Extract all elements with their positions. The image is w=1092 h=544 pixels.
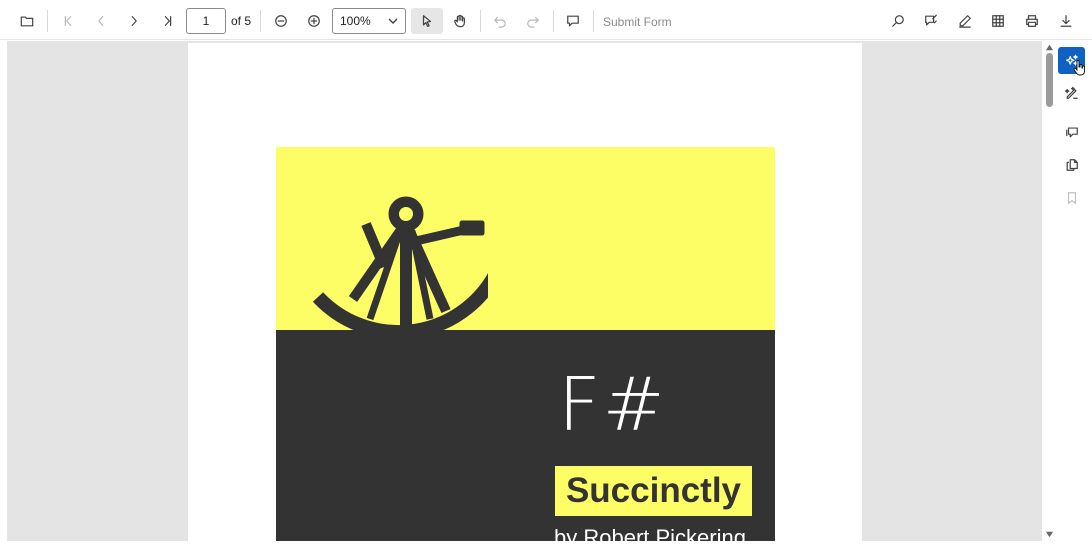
folder-open-icon[interactable] — [14, 8, 40, 34]
download-icon[interactable] — [1053, 8, 1079, 34]
cover-author: by Robert Pickering — [554, 525, 746, 541]
current-page-input[interactable] — [186, 8, 226, 34]
last-page-icon[interactable] — [155, 8, 181, 34]
submit-form-button[interactable]: Submit Form — [603, 15, 672, 29]
search-icon[interactable] — [885, 8, 911, 34]
scroll-up-arrow-icon[interactable] — [1045, 43, 1054, 52]
next-page-icon[interactable] — [121, 8, 147, 34]
cover-subtitle: Succinctly — [565, 471, 742, 510]
cover-subtitle-box: Succinctly — [555, 466, 752, 516]
vertical-scrollbar[interactable] — [1042, 41, 1057, 541]
bookmark-icon[interactable] — [1058, 184, 1085, 211]
toolbar-separator — [553, 10, 554, 32]
text-select-cursor-icon[interactable] — [411, 8, 443, 34]
redo-icon[interactable] — [520, 8, 546, 34]
hand-pointer-cursor-icon — [1073, 60, 1085, 76]
pan-hand-icon[interactable] — [447, 8, 473, 34]
smart-pen-icon[interactable] — [1058, 79, 1085, 106]
chevron-down-icon — [387, 15, 399, 27]
page-thumbnails-icon[interactable] — [1058, 151, 1085, 178]
page-count-label: of 5 — [231, 14, 252, 28]
print-icon[interactable] — [1019, 8, 1045, 34]
toolbar-separator — [260, 10, 261, 32]
zoom-dropdown[interactable]: 100% — [332, 8, 406, 34]
form-grid-icon[interactable] — [985, 8, 1011, 34]
zoom-value: 100% — [340, 14, 371, 28]
scrollbar-thumb[interactable] — [1046, 53, 1053, 107]
scroll-down-arrow-icon[interactable] — [1045, 530, 1054, 539]
zoom-out-icon[interactable] — [268, 8, 294, 34]
zoom-in-icon[interactable] — [301, 8, 327, 34]
annotation-icon[interactable] — [918, 8, 944, 34]
right-side-panel — [1057, 41, 1092, 544]
main-toolbar: of 5 100% Submit Form — [0, 0, 1092, 40]
pen-icon[interactable] — [952, 8, 978, 34]
cover-title: F# — [558, 362, 667, 448]
first-page-icon[interactable] — [55, 8, 81, 34]
comment-icon[interactable] — [560, 8, 586, 34]
undo-icon[interactable] — [487, 8, 513, 34]
document-viewer[interactable]: F# Succinctly by Robert Pickering — [7, 41, 1042, 541]
previous-page-icon[interactable] — [88, 8, 114, 34]
sextant-illustration — [312, 196, 488, 359]
comments-panel-icon[interactable] — [1058, 118, 1085, 145]
toolbar-separator — [47, 10, 48, 32]
pdf-page-1: F# Succinctly by Robert Pickering — [188, 43, 862, 541]
toolbar-separator — [480, 10, 481, 32]
book-cover: F# Succinctly by Robert Pickering — [276, 147, 775, 541]
toolbar-separator — [593, 10, 594, 32]
